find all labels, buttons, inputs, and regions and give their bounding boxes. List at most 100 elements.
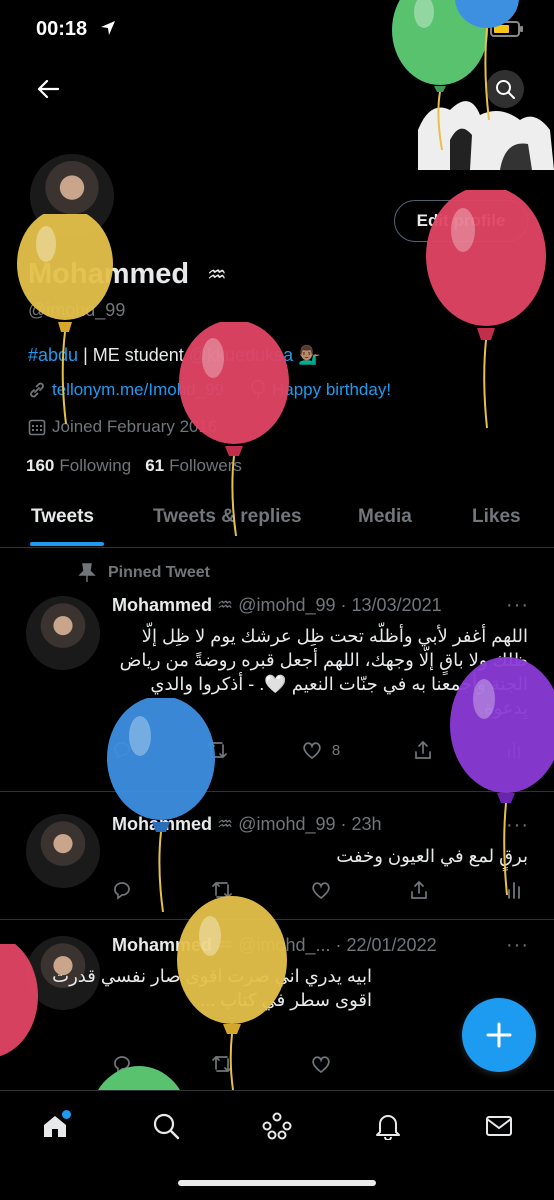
like-button[interactable] bbox=[311, 1054, 331, 1074]
like-button[interactable]: 8 bbox=[302, 740, 340, 760]
share-button[interactable] bbox=[410, 880, 428, 900]
tweet-glyph: ♒︎ bbox=[217, 935, 234, 955]
following-link[interactable]: 160 Following bbox=[26, 456, 131, 476]
profile-avatar[interactable] bbox=[26, 150, 118, 242]
bio-text: | ME student bbox=[78, 345, 189, 365]
tweet-item[interactable]: Mohammed ♒︎ @imohd_99 · 13/03/2021 ··· ا… bbox=[0, 550, 554, 792]
analytics-button[interactable] bbox=[506, 740, 522, 760]
profile-joined: Joined February 2016 bbox=[28, 417, 217, 437]
tweet-glyph: ♒︎ bbox=[217, 595, 234, 615]
nav-spaces[interactable] bbox=[260, 1109, 294, 1143]
heart-icon bbox=[312, 1056, 330, 1073]
more-icon[interactable]: ··· bbox=[506, 934, 529, 957]
spaces-icon bbox=[262, 1112, 292, 1140]
bell-icon bbox=[376, 1115, 400, 1140]
following-label: Following bbox=[59, 456, 132, 475]
tweet-time: 23h bbox=[351, 814, 382, 834]
bio-mention[interactable]: @kkueduksa bbox=[189, 345, 293, 365]
birthday-label: Happy birthday! bbox=[250, 380, 391, 400]
retweet-button[interactable] bbox=[211, 1054, 233, 1074]
network-label: LTE bbox=[456, 21, 486, 38]
tab-likes[interactable]: Likes bbox=[472, 506, 521, 528]
profile-tabs: Tweets Tweets & replies Media Likes bbox=[0, 492, 554, 548]
tweet-header: Mohammed ♒︎ @imohd_... · 22/01/2022 bbox=[112, 935, 437, 955]
more-icon[interactable]: ··· bbox=[506, 594, 529, 617]
followers-count: 61 bbox=[145, 456, 165, 475]
tweet-handle: @imohd_... bbox=[238, 935, 331, 955]
heart-icon bbox=[303, 742, 321, 759]
retweet-icon bbox=[211, 881, 232, 899]
tweet-actions bbox=[112, 1054, 522, 1074]
reply-icon bbox=[114, 1056, 130, 1074]
calendar-icon bbox=[28, 419, 46, 436]
tab-media[interactable]: Media bbox=[358, 506, 412, 528]
tweet-handle: @imohd_99 bbox=[238, 814, 336, 834]
nav-messages[interactable] bbox=[482, 1109, 516, 1143]
like-button[interactable] bbox=[311, 880, 331, 900]
analytics-icon bbox=[508, 742, 520, 759]
profile-meta-row: tellonym.me/Imohd_99 Happy birthday! bbox=[28, 380, 391, 400]
location-arrow-icon bbox=[101, 21, 115, 35]
tweet-avatar[interactable] bbox=[26, 596, 100, 670]
status-bar: 00:18 LTE bbox=[0, 0, 554, 60]
tweet-text: اللهم أغفر لأبي وأظلّه تحت ظِل عرشك يوم … bbox=[119, 626, 528, 718]
analytics-button[interactable] bbox=[506, 880, 522, 900]
bio-hashtag[interactable]: #abdu bbox=[28, 345, 78, 365]
status-time: 00:18 bbox=[36, 18, 88, 40]
arrow-left-icon bbox=[37, 80, 59, 98]
tweet-item[interactable]: Mohammed ♒︎ @imohd_... · 22/01/2022 ··· … bbox=[0, 920, 554, 1090]
profile-handle: @imohd_99 bbox=[28, 300, 126, 320]
tweet-text: برقٍ لمع في العيون وخفت bbox=[336, 846, 528, 866]
back-button[interactable] bbox=[30, 72, 66, 106]
tweet-actions bbox=[112, 880, 522, 900]
retweet-button[interactable] bbox=[211, 880, 233, 900]
tab-tweets[interactable]: Tweets bbox=[31, 506, 94, 528]
nav-notifications[interactable] bbox=[371, 1109, 405, 1143]
tweet-time: 22/01/2022 bbox=[346, 935, 437, 955]
tweet-author: Mohammed bbox=[112, 935, 213, 955]
retweet-button[interactable] bbox=[206, 740, 228, 760]
bio-emoji: 💁🏽‍♂️ bbox=[298, 345, 321, 365]
search-icon bbox=[496, 80, 515, 99]
profile-name: Mohammed bbox=[28, 258, 190, 290]
joined-text: Joined February 2016 bbox=[52, 417, 218, 436]
reply-icon bbox=[114, 742, 130, 760]
followers-label: Followers bbox=[169, 456, 242, 475]
follow-stats: 160 Following 61 Followers bbox=[26, 456, 242, 476]
tweet-time: 13/03/2021 bbox=[351, 595, 442, 615]
tab-tweets-replies[interactable]: Tweets & replies bbox=[153, 506, 302, 528]
tweet-avatar[interactable] bbox=[26, 814, 100, 888]
tweet-header: Mohammed ♒︎ @imohd_99 · 23h bbox=[112, 814, 382, 834]
nav-explore[interactable] bbox=[149, 1109, 183, 1143]
home-indicator bbox=[178, 1180, 376, 1186]
tweet-header: Mohammed ♒︎ @imohd_99 · 13/03/2021 bbox=[112, 595, 442, 615]
tweet-item[interactable]: Mohammed ♒︎ @imohd_99 · 23h ··· برقٍ لمع… bbox=[0, 792, 554, 920]
banner-image bbox=[418, 101, 554, 170]
reply-button[interactable] bbox=[112, 880, 132, 900]
retweet-icon bbox=[207, 741, 227, 759]
compose-tweet-button[interactable] bbox=[462, 998, 536, 1072]
edit-profile-button[interactable]: Edit profile bbox=[394, 200, 528, 242]
share-icon bbox=[415, 740, 431, 759]
retweet-icon bbox=[211, 1055, 232, 1073]
tweet-handle: @imohd_99 bbox=[238, 595, 336, 615]
active-tab-indicator bbox=[30, 542, 104, 546]
link-icon bbox=[30, 382, 44, 398]
signal-icon bbox=[426, 24, 448, 38]
tweet-author: Mohammed bbox=[112, 814, 213, 834]
share-button[interactable] bbox=[414, 740, 432, 760]
more-icon[interactable]: ··· bbox=[506, 814, 529, 837]
analytics-icon bbox=[508, 882, 520, 899]
aquarius-glyph: ♒︎ bbox=[207, 262, 227, 287]
balloon-icon bbox=[251, 380, 265, 399]
reply-button[interactable] bbox=[112, 1054, 132, 1074]
followers-link[interactable]: 61 Followers bbox=[145, 456, 242, 476]
explore-icon bbox=[153, 1113, 180, 1140]
heart-icon bbox=[312, 882, 330, 899]
notification-dot bbox=[62, 1110, 71, 1119]
nav-home[interactable] bbox=[38, 1109, 72, 1143]
reply-button[interactable] bbox=[112, 740, 132, 760]
search-button[interactable] bbox=[486, 70, 524, 108]
profile-link[interactable]: tellonym.me/Imohd_99 bbox=[52, 380, 224, 400]
tweet-actions: 8 bbox=[112, 740, 522, 760]
